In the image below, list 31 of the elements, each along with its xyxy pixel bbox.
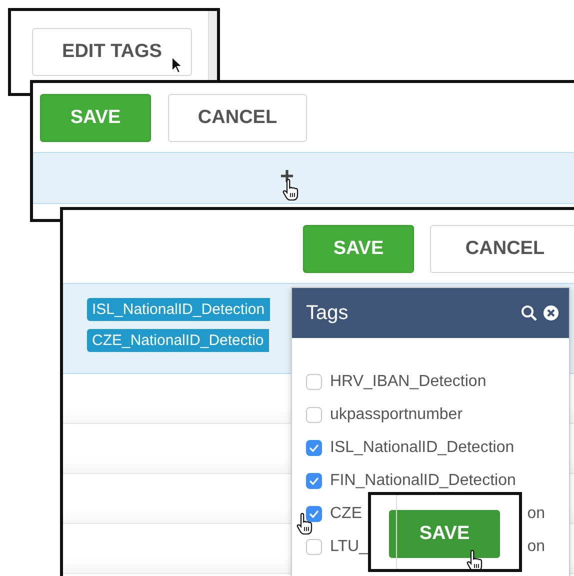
tag-option[interactable]: ukpassportnumber bbox=[330, 406, 463, 424]
tag-option[interactable]: HRV_IBAN_Detection bbox=[330, 372, 486, 390]
cancel-button[interactable]: CANCEL bbox=[168, 94, 307, 142]
checkbox[interactable] bbox=[306, 440, 322, 456]
check-icon bbox=[309, 476, 319, 484]
close-icon[interactable] bbox=[543, 305, 559, 321]
dropdown-title: Tags bbox=[306, 302, 350, 324]
tag-option[interactable]: on bbox=[527, 504, 545, 522]
checkbox[interactable] bbox=[306, 374, 322, 390]
tag-option[interactable]: CZE bbox=[330, 504, 362, 522]
check-icon bbox=[309, 510, 319, 518]
hand-cursor-icon bbox=[466, 550, 484, 569]
tag-option[interactable]: FIN_NationalID_Detection bbox=[330, 472, 516, 490]
tag-option[interactable]: ISL_NationalID_Detection bbox=[330, 438, 514, 456]
checkbox[interactable] bbox=[306, 472, 322, 488]
edit-tags-button[interactable]: EDIT TAGS bbox=[32, 28, 192, 76]
arrow-cursor-icon bbox=[171, 56, 183, 74]
plus-icon[interactable] bbox=[280, 169, 294, 183]
tag-chip: CZE_NationalID_Detectio bbox=[87, 329, 269, 352]
checkbox[interactable] bbox=[306, 506, 322, 522]
cancel-button[interactable]: CANCEL bbox=[430, 225, 574, 273]
checkbox[interactable] bbox=[306, 538, 322, 554]
save-button[interactable]: SAVE bbox=[389, 510, 500, 558]
search-icon[interactable] bbox=[521, 305, 537, 321]
hand-cursor-icon bbox=[282, 179, 300, 201]
hand-cursor-icon bbox=[296, 513, 314, 535]
tag-option[interactable]: LTU_ bbox=[330, 538, 368, 556]
tag-option[interactable]: on bbox=[527, 538, 545, 556]
check-icon bbox=[309, 444, 319, 452]
tag-chip: ISL_NationalID_Detection bbox=[87, 298, 270, 321]
checkbox[interactable] bbox=[306, 406, 322, 422]
